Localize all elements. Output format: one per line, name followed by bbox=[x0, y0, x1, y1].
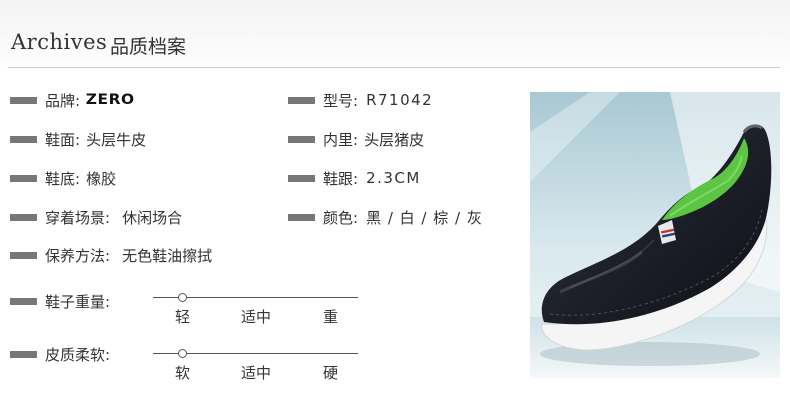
spec-value: 黑 / 白 / 棕 / 灰 bbox=[366, 208, 483, 227]
spec-label: 穿着场景: bbox=[45, 208, 111, 227]
scale-weight-label: 鞋子重量: bbox=[10, 291, 110, 311]
spec-label: 颜色: bbox=[323, 208, 359, 227]
spec-label: 型号: bbox=[323, 91, 359, 110]
scale-indicator bbox=[177, 293, 187, 302]
bullet-bar bbox=[10, 135, 37, 143]
bullet-bar bbox=[10, 251, 37, 259]
spec-value: 2.3CM bbox=[366, 169, 421, 187]
scale-tick-label: 硬 bbox=[323, 364, 339, 382]
spec-color: 颜色: 黑 / 白 / 棕 / 灰 bbox=[288, 207, 483, 227]
bullet-bar bbox=[10, 174, 37, 182]
scale-tick-label: 适中 bbox=[241, 364, 272, 382]
bullet-bar bbox=[10, 96, 37, 104]
spec-care: 保养方法: 无色鞋油擦拭 bbox=[10, 245, 212, 265]
spec-label: 内里: bbox=[323, 130, 359, 149]
section-title-cn: 品质档案 bbox=[110, 36, 187, 58]
bullet-bar bbox=[10, 213, 37, 221]
scale-label: 鞋子重量: bbox=[45, 292, 111, 311]
spec-value: 头层牛皮 bbox=[86, 130, 147, 149]
section-title-en: Archives bbox=[11, 30, 108, 54]
scale-tick-label: 软 bbox=[175, 364, 191, 382]
spec-model: 型号: R71042 bbox=[288, 90, 433, 110]
spec-brand: 品牌: ZERO bbox=[10, 90, 135, 110]
scale-label: 皮质柔软: bbox=[45, 345, 111, 364]
section-header: Archives 品质档案 bbox=[0, 0, 790, 72]
bullet-bar bbox=[288, 96, 315, 104]
brand-logo: ZERO bbox=[85, 92, 135, 108]
bullet-bar bbox=[288, 213, 315, 221]
bullet-bar bbox=[10, 297, 37, 305]
spec-label: 品牌: bbox=[45, 91, 81, 110]
bullet-bar bbox=[10, 350, 37, 358]
spec-label: 鞋跟: bbox=[323, 169, 359, 188]
bullet-bar bbox=[288, 135, 315, 143]
header-divider bbox=[8, 67, 780, 68]
spec-sole: 鞋底: 橡胶 bbox=[10, 168, 116, 188]
spec-label: 鞋底: bbox=[45, 169, 81, 188]
spec-occasion: 穿着场景: 休闲场合 bbox=[10, 207, 182, 227]
spec-label: 鞋面: bbox=[45, 130, 81, 149]
scale-tick-label: 轻 bbox=[175, 308, 191, 326]
spec-upper: 鞋面: 头层牛皮 bbox=[10, 129, 146, 149]
shoe-image bbox=[530, 92, 780, 378]
spec-label: 保养方法: bbox=[45, 246, 111, 265]
spec-value: 休闲场合 bbox=[122, 208, 183, 227]
spec-value: 橡胶 bbox=[86, 169, 117, 188]
product-photo bbox=[530, 92, 780, 378]
spec-lining: 内里: 头层猪皮 bbox=[288, 129, 424, 149]
weight-scale: 轻 适中 重 bbox=[153, 292, 360, 326]
spec-heel: 鞋跟: 2.3CM bbox=[288, 168, 421, 188]
spec-value: 头层猪皮 bbox=[364, 130, 425, 149]
spec-value: R71042 bbox=[366, 91, 434, 109]
scale-indicator bbox=[177, 349, 187, 358]
softness-scale: 软 适中 硬 bbox=[153, 348, 360, 382]
spec-value: 无色鞋油擦拭 bbox=[122, 246, 213, 265]
scale-softness-label: 皮质柔软: bbox=[10, 344, 110, 364]
scale-tick-label: 适中 bbox=[241, 308, 272, 326]
bullet-bar bbox=[288, 174, 315, 182]
scale-tick-label: 重 bbox=[323, 308, 339, 326]
